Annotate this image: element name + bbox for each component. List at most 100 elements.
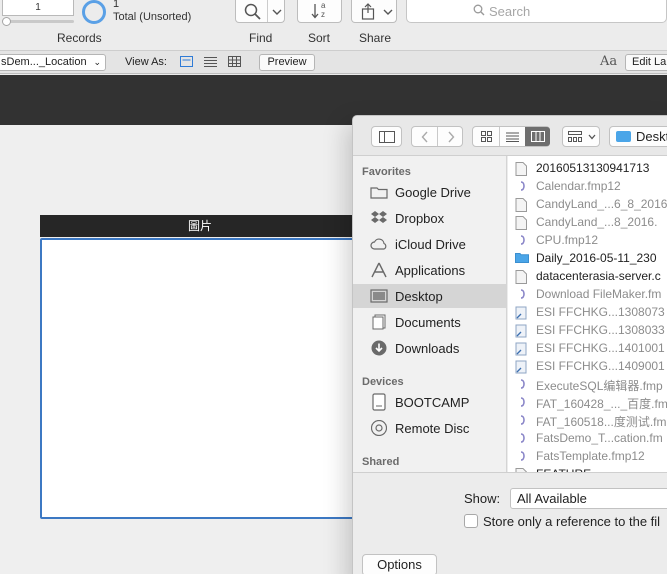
sidebar-item-desktop[interactable]: Desktop: [353, 284, 506, 308]
icon-view-button[interactable]: [473, 127, 499, 146]
chevron-down-icon: [588, 134, 596, 140]
records-label: Records: [57, 31, 102, 45]
sidebar-item-documents[interactable]: Documents: [353, 310, 506, 334]
sort-button[interactable]: a z: [297, 0, 342, 23]
file-row[interactable]: ESI FFCHKG...1409001: [508, 357, 667, 375]
document-icon: [515, 216, 527, 230]
sidebar-item-label: Dropbox: [395, 211, 445, 226]
sidebar-item-remote-disc[interactable]: Remote Disc: [353, 416, 506, 440]
file-row[interactable]: FAT_160518...度测试.fm: [508, 411, 667, 429]
file-name: CPU.fmp12: [536, 233, 599, 247]
file-row[interactable]: CandyLand_...8_2016.: [508, 213, 667, 231]
view-mode-buttons: [472, 126, 550, 147]
file-row[interactable]: CandyLand_...6_8_2016: [508, 195, 667, 213]
edit-layout-button[interactable]: Edit La: [625, 54, 667, 71]
back-button[interactable]: [412, 127, 437, 146]
file-name: FAT_160428_..._百度.fm: [536, 397, 667, 411]
path-popup[interactable]: Deskt: [609, 126, 667, 147]
image-container-field[interactable]: [40, 238, 360, 519]
file-name: ESI FFCHKG...1308033: [536, 323, 665, 337]
file-row[interactable]: FatsDemo_T...cation.fm: [508, 429, 667, 447]
found-set-pie-icon: [82, 0, 106, 24]
record-slider-knob[interactable]: [2, 17, 11, 26]
file-row[interactable]: ESI FFCHKG...1401001: [508, 339, 667, 357]
record-slider[interactable]: [4, 20, 74, 23]
record-number-field[interactable]: 1: [2, 0, 74, 16]
sidebar-toggle-button[interactable]: [371, 126, 402, 147]
filemaker-icon: [515, 234, 527, 246]
sidebar-item-google-drive[interactable]: Google Drive: [353, 180, 506, 204]
search-field[interactable]: Search: [406, 0, 667, 23]
sidebar-item-label: Desktop: [395, 289, 443, 304]
sidebar-item-applications[interactable]: Applications: [353, 258, 506, 282]
column-view-button[interactable]: [525, 127, 550, 146]
status-toolbar: 1 Records 1 Total (Unsorted) Find a z So…: [0, 0, 667, 50]
file-row[interactable]: datacenterasia-server.c: [508, 267, 667, 285]
find-label: Find: [249, 31, 273, 45]
chevron-down-icon: ⌄: [93, 57, 101, 67]
sidebar-item-label: Downloads: [395, 341, 460, 356]
sort-label: Sort: [308, 31, 331, 45]
document-icon: [515, 162, 527, 176]
sidebar-item-label: Applications: [395, 263, 466, 278]
sort-glyph-a: a: [321, 1, 326, 10]
file-row[interactable]: Calendar.fmp12: [508, 177, 667, 195]
filemaker-icon: [515, 414, 527, 426]
file-row[interactable]: ESI FFCHKG...1308073: [508, 303, 667, 321]
insert-file-dialog: Deskt Favorites Google Drive Dropbox iCl…: [352, 115, 667, 574]
file-row[interactable]: Download FileMaker.fm: [508, 285, 667, 303]
text-format-icon[interactable]: Aa: [600, 54, 617, 69]
file-name: Download FileMaker.fm: [536, 287, 662, 301]
sidebar-item-dropbox[interactable]: Dropbox: [353, 206, 506, 230]
share-button[interactable]: [351, 0, 397, 23]
file-name: FatsTemplate.fmp12: [536, 449, 645, 463]
layout-select[interactable]: sDem..._Location ⌄: [0, 54, 106, 71]
preview-button[interactable]: Preview: [259, 54, 315, 71]
show-select[interactable]: All Available: [510, 488, 667, 509]
file-name: ExecuteSQL编辑器.fmp: [536, 379, 663, 393]
found-status: Total (Unsorted): [113, 11, 192, 23]
file-name: datacenterasia-server.c: [536, 269, 661, 283]
field-header: 圖片: [40, 215, 360, 237]
sidebar-item-icloud-drive[interactable]: iCloud Drive: [353, 232, 506, 256]
chevron-down-icon[interactable]: [383, 8, 393, 16]
sidebar-item-bootcamp[interactable]: BOOTCAMP: [353, 390, 506, 414]
file-name: ESI FFCHKG...1308073: [536, 305, 665, 319]
share-label: Share: [359, 31, 392, 45]
file-name: ESI FFCHKG...1409001: [536, 359, 665, 373]
favorites-header: Favorites: [362, 166, 411, 178]
file-row[interactable]: Daily_2016-05-11_230: [508, 249, 667, 267]
file-row[interactable]: ExecuteSQL编辑器.fmp: [508, 375, 667, 393]
options-button[interactable]: Options: [362, 554, 437, 574]
form-view-icon[interactable]: [180, 56, 193, 67]
show-label: Show:: [464, 491, 501, 506]
found-count: 1: [113, 0, 120, 10]
file-name: FatsDemo_T...cation.fm: [536, 431, 663, 445]
arrange-button[interactable]: [562, 126, 600, 147]
sidebar-item-label: BOOTCAMP: [395, 395, 470, 410]
find-divider: [267, 0, 268, 22]
table-view-icon[interactable]: [228, 56, 241, 67]
folder-icon: [616, 131, 631, 142]
file-row[interactable]: 20160513130941713: [508, 159, 667, 177]
columns-icon: [530, 131, 545, 142]
sidebar-item-label: iCloud Drive: [395, 237, 466, 252]
folder-icon: [515, 252, 529, 264]
dialog-sidebar: Favorites Google Drive Dropbox iCloud Dr…: [353, 156, 507, 472]
store-reference-checkbox[interactable]: [464, 514, 478, 528]
chevron-down-icon[interactable]: [272, 8, 282, 16]
file-row[interactable]: FAT_160428_..._百度.fm: [508, 393, 667, 411]
sidebar-item-downloads[interactable]: Downloads: [353, 336, 506, 360]
filemaker-icon: [515, 450, 527, 462]
chevron-right-icon: [447, 131, 454, 142]
file-row[interactable]: FEATURE.....: [508, 465, 667, 472]
list-view-icon[interactable]: [204, 56, 217, 67]
file-row[interactable]: FatsTemplate.fmp12: [508, 447, 667, 465]
forward-button[interactable]: [438, 127, 463, 146]
list-view-button[interactable]: [500, 127, 525, 146]
file-name: CandyLand_...6_8_2016: [536, 197, 667, 211]
file-row[interactable]: ESI FFCHKG...1308033: [508, 321, 667, 339]
sort-arrow-icon: [311, 4, 319, 19]
find-button[interactable]: [235, 0, 285, 23]
file-row[interactable]: CPU.fmp12: [508, 231, 667, 249]
